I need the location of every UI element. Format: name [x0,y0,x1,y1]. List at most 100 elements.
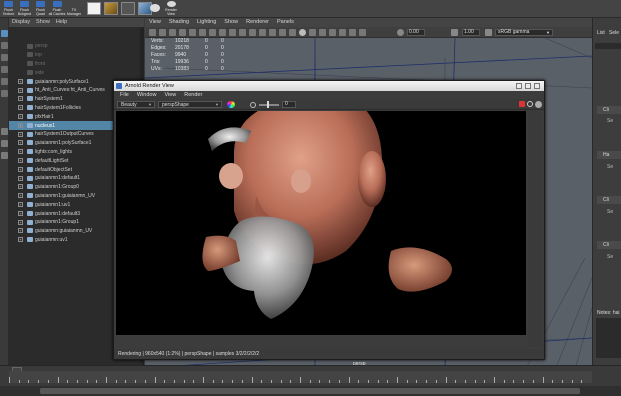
shelf-button-tx-manager[interactable]: TX Manager [67,0,81,18]
minimize-button[interactable] [516,83,522,89]
textured-icon[interactable] [189,29,196,36]
camera-select[interactable]: perspShape ▼ [158,101,222,108]
viewport-menu-show[interactable]: Show [224,19,238,26]
time-slider[interactable] [9,371,592,383]
expand-icon[interactable]: + [18,193,23,199]
rotate-tool-icon[interactable] [1,78,8,85]
viewport-menu-shading[interactable]: Shading [169,19,189,26]
shelf-button-flush-background[interactable]: Flush Bckgrnd [18,0,31,18]
attr-section-2[interactable]: Ha [597,151,621,159]
notes-field[interactable] [596,318,621,358]
rv-menu-file[interactable]: File [120,91,129,99]
color-mgmt-icon[interactable] [319,29,326,36]
expand-icon[interactable]: + [18,184,23,190]
refresh-icon[interactable] [527,101,533,107]
xray-icon[interactable] [229,29,236,36]
expand-icon[interactable]: + [18,201,23,207]
expand-icon[interactable]: + [18,122,23,128]
paint-tool-icon[interactable] [1,54,8,61]
smooth-shade-icon[interactable] [179,29,186,36]
exposure-slider[interactable] [259,104,279,106]
expand-icon[interactable]: + [18,149,23,155]
expand-icon[interactable]: + [18,140,23,146]
attr-section-1[interactable]: Cli [597,106,621,114]
render-view-scrollbar[interactable] [528,111,542,347]
attr-section-3[interactable]: Cli [597,196,621,204]
isolate-icon[interactable] [219,29,226,36]
attr-tab-select[interactable]: Sele [609,30,619,36]
attr-section-4[interactable]: Cli [597,241,621,249]
viewport-menu-renderer[interactable]: Renderer [246,19,269,26]
view-cube-icon[interactable] [349,29,356,36]
exposure-slider-handle[interactable] [267,101,269,108]
sphere-icon[interactable] [299,29,306,36]
viewport-menu-view[interactable]: View [149,19,161,26]
wireframe-icon[interactable] [169,29,176,36]
lights-icon[interactable] [199,29,206,36]
outliner-item[interactable]: front [9,60,144,69]
expand-icon[interactable]: + [18,87,23,93]
shelf-button-flush-quad[interactable]: Flush Quad [34,0,47,18]
rv-menu-window[interactable]: Window [137,91,157,99]
bookmark-icon[interactable] [279,29,286,36]
shelf-button-flush-all-caches[interactable]: Flush all Caches [49,0,65,18]
close-button[interactable] [534,83,540,89]
expand-icon[interactable]: + [18,175,23,181]
shelf-swatch-dark[interactable] [121,2,135,15]
expand-icon[interactable]: + [18,78,23,84]
view-transform-icon[interactable] [485,29,492,36]
gate-icon[interactable] [249,29,256,36]
snap-icon[interactable] [339,29,346,36]
shelf-button-flush-texture[interactable]: Flush Texture [2,0,15,18]
expand-icon[interactable]: + [18,228,23,234]
rv-menu-view[interactable]: View [164,91,176,99]
shelf-swatch-white[interactable] [87,2,101,15]
camera-icon[interactable] [149,29,156,36]
expand-icon[interactable]: + [18,210,23,216]
stop-render-icon[interactable] [519,101,525,107]
exposure-icon[interactable] [250,102,256,108]
range-bar[interactable] [40,388,580,394]
layout-two-icon[interactable] [1,152,8,159]
maximize-button[interactable] [525,83,531,89]
select-tool-icon[interactable] [1,30,8,37]
exposure-icon[interactable] [397,29,404,36]
outliner-menu-display[interactable]: Display [12,19,30,26]
rv-menu-render[interactable]: Render [184,91,202,99]
grid-icon[interactable] [159,29,166,36]
expand-icon[interactable]: + [18,96,23,102]
aa-icon[interactable] [289,29,296,36]
expand-icon[interactable]: + [18,237,23,243]
gamma-icon[interactable] [451,29,458,36]
hud-icon[interactable] [269,29,276,36]
layout-single-icon[interactable] [1,128,8,135]
outliner-item[interactable]: side [9,68,144,77]
colorspace-select[interactable]: sRGB gamma ▼ [495,29,553,36]
eye-icon[interactable] [150,4,160,12]
attr-tab-list[interactable]: List [597,30,605,36]
ao-icon[interactable] [239,29,246,36]
viewport-menu-panels[interactable]: Panels [277,19,294,26]
scale-tool-icon[interactable] [1,90,8,97]
shelf-swatch-gold[interactable] [104,2,118,15]
expand-icon[interactable]: + [18,131,23,137]
exposure-field[interactable]: 0.00 [407,29,425,36]
expand-icon[interactable]: + [18,219,23,225]
layout-four-icon[interactable] [1,140,8,147]
move-tool-icon[interactable] [1,66,8,73]
gamma-field[interactable]: 1.00 [462,29,480,36]
render-view-titlebar[interactable]: Arnold Render View [114,81,544,91]
expand-icon[interactable]: + [18,105,23,111]
shadows-icon[interactable] [209,29,216,36]
color-channel-icon[interactable] [227,101,235,108]
camera-attr-icon[interactable] [359,29,366,36]
outliner-menu-help[interactable]: Help [56,19,67,26]
gear-icon[interactable] [535,101,542,108]
expand-icon[interactable]: + [18,166,23,172]
viewport-menu-lighting[interactable]: Lighting [197,19,216,26]
resolution-icon[interactable] [259,29,266,36]
hide-icon[interactable] [329,29,336,36]
outliner-item[interactable]: persp [9,42,144,51]
shelf-button-render-view[interactable]: Render View [163,0,179,18]
exposure-value[interactable]: 0 [282,101,296,108]
